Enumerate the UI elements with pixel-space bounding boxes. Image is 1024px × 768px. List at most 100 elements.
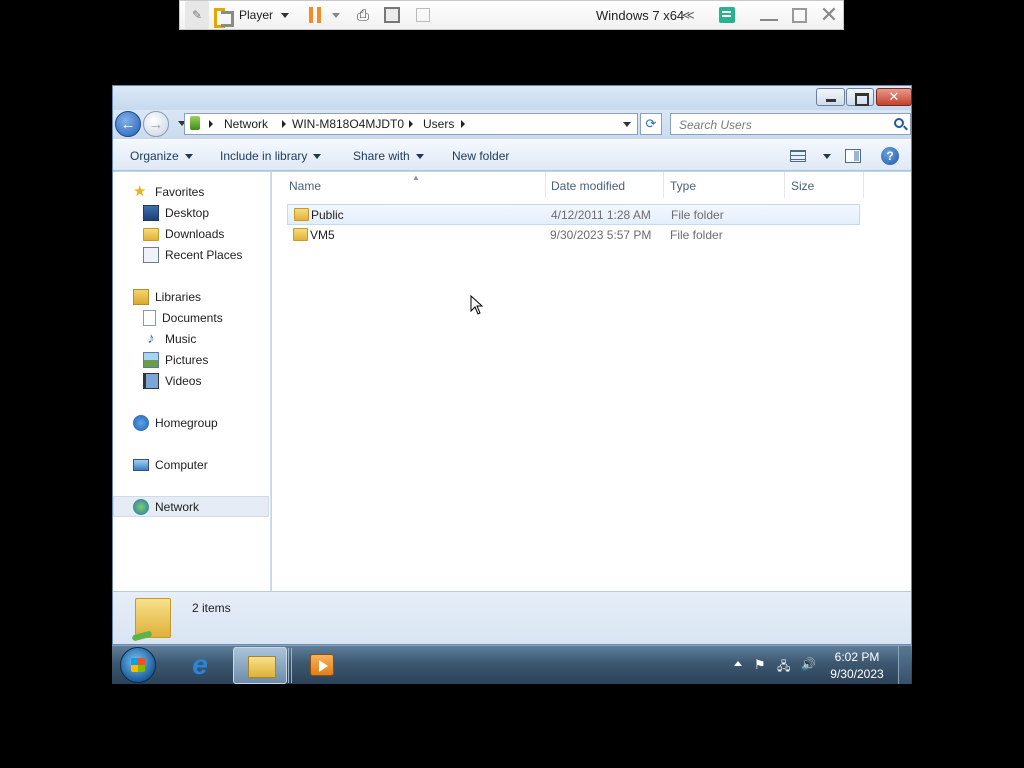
breadcrumb-computer[interactable]: WIN-M818O4MJDT0	[292, 117, 404, 131]
nav-videos[interactable]: Videos	[143, 370, 201, 391]
column-header-type[interactable]: Type	[670, 179, 696, 193]
table-row[interactable]: VM5 9/30/2023 5:57 PM File folder	[287, 225, 860, 246]
include-in-library-label: Include in library	[220, 149, 308, 163]
chevron-down-icon	[332, 12, 340, 18]
sort-ascending-icon: ▲	[412, 173, 420, 182]
downloads-folder-icon	[143, 228, 159, 241]
volume-icon[interactable]: 🔊	[801, 657, 816, 671]
notes-button[interactable]	[719, 1, 735, 29]
pause-options-button[interactable]	[332, 1, 340, 29]
nav-label: Music	[165, 331, 197, 346]
breadcrumb-arrow-icon[interactable]	[461, 120, 465, 128]
nav-documents[interactable]: Documents	[143, 307, 223, 328]
breadcrumb-arrow-icon[interactable]	[209, 120, 213, 128]
command-bar: Organize Include in library Share with N…	[113, 139, 911, 171]
file-type: File folder	[671, 208, 724, 222]
nav-label: Favorites	[155, 184, 205, 199]
collapse-toolbar-button[interactable]: ≪	[682, 1, 695, 29]
star-icon: ★	[133, 182, 147, 200]
organize-button[interactable]: Organize	[130, 149, 193, 163]
send-ctrl-alt-del-button[interactable]: ⎙	[353, 1, 373, 29]
clock-time[interactable]: 6:02 PM	[824, 650, 890, 664]
nav-libraries[interactable]: Libraries	[133, 286, 201, 307]
preview-pane-icon[interactable]	[845, 149, 861, 163]
full-screen-icon	[384, 7, 400, 23]
search-icon[interactable]	[894, 118, 904, 128]
show-hidden-icons-button[interactable]	[734, 661, 742, 666]
nav-music[interactable]: ♪ Music	[143, 328, 196, 349]
nav-downloads[interactable]: Downloads	[143, 223, 224, 244]
include-in-library-button[interactable]: Include in library	[220, 149, 322, 163]
full-screen-button[interactable]	[380, 1, 404, 29]
share-with-button[interactable]: Share with	[353, 149, 424, 163]
share-with-label: Share with	[353, 149, 410, 163]
file-name: Public	[311, 208, 344, 222]
address-row: ← → Network WIN-M818O4MJDT0 Users ⟳ Sear…	[113, 110, 911, 138]
view-options-button[interactable]	[823, 154, 831, 159]
address-history-dropdown[interactable]	[623, 122, 631, 127]
internet-explorer-icon[interactable]: e	[184, 649, 216, 681]
search-placeholder: Search Users	[679, 118, 752, 132]
folder-icon	[293, 228, 308, 241]
minimize-icon	[760, 19, 778, 21]
nav-pictures[interactable]: Pictures	[143, 349, 208, 370]
taskbar: e ⚑ 🖧 🔊 6:02 PM 9/30/2023	[112, 645, 912, 684]
file-name: VM5	[310, 228, 335, 242]
forward-button[interactable]: →	[143, 111, 169, 137]
minimize-button[interactable]	[816, 88, 845, 106]
nav-desktop[interactable]: Desktop	[143, 202, 209, 223]
item-count: 2 items	[192, 601, 231, 615]
column-divider[interactable]	[545, 172, 546, 198]
title-bar[interactable]	[113, 86, 912, 110]
close-icon: ✕	[819, 2, 839, 27]
pause-button[interactable]	[309, 1, 321, 29]
breadcrumb-users[interactable]: Users	[423, 117, 454, 131]
player-menu-button[interactable]: Player	[214, 1, 290, 29]
column-header-size[interactable]: Size	[791, 179, 814, 193]
address-bar[interactable]: Network WIN-M818O4MJDT0 Users	[184, 113, 638, 135]
nav-network[interactable]: Network	[113, 496, 269, 517]
search-input[interactable]: Search Users	[670, 113, 911, 135]
new-folder-button[interactable]: New folder	[452, 149, 509, 163]
refresh-icon: ⟳	[645, 116, 657, 131]
column-divider[interactable]	[663, 172, 664, 198]
media-player-icon[interactable]	[310, 654, 334, 676]
send-keys-icon: ⎙	[356, 6, 369, 24]
start-button[interactable]	[120, 647, 156, 683]
nav-recent-places[interactable]: Recent Places	[143, 244, 242, 265]
nav-label: Videos	[165, 373, 202, 388]
nav-favorites[interactable]: ★ Favorites	[133, 181, 204, 202]
vm-close-button[interactable]: ✕	[818, 1, 840, 29]
nav-label: Homegroup	[155, 415, 218, 430]
nav-label: Computer	[155, 457, 208, 472]
vm-minimize-button[interactable]	[758, 1, 780, 29]
chevron-down-icon	[281, 12, 290, 18]
maximize-button[interactable]	[846, 88, 874, 106]
show-desktop-button[interactable]	[898, 646, 911, 684]
column-divider[interactable]	[863, 172, 864, 198]
breadcrumb-arrow-icon[interactable]	[282, 120, 286, 128]
change-view-icon[interactable]	[790, 150, 806, 162]
network-tray-icon[interactable]: 🖧	[777, 657, 790, 678]
pictures-icon	[143, 351, 159, 368]
back-button[interactable]: ←	[115, 111, 141, 137]
breadcrumb-network[interactable]: Network	[224, 117, 268, 131]
action-center-flag-icon[interactable]: ⚑	[754, 657, 766, 673]
clock-date[interactable]: 9/30/2023	[824, 667, 890, 681]
close-button[interactable]	[876, 88, 912, 106]
column-header-name[interactable]: Name	[289, 179, 321, 193]
refresh-button[interactable]: ⟳	[640, 113, 662, 135]
breadcrumb-arrow-icon[interactable]	[409, 120, 413, 128]
nav-label: Network	[155, 499, 200, 514]
windows-explorer-taskbar-button[interactable]	[233, 647, 287, 684]
table-row[interactable]: Public 4/12/2011 1:28 AM File folder	[287, 204, 860, 225]
nav-computer[interactable]: Computer	[133, 454, 208, 475]
column-divider[interactable]	[784, 172, 785, 198]
nav-homegroup[interactable]: Homegroup	[133, 412, 218, 433]
help-icon[interactable]: ?	[881, 147, 899, 165]
vm-title: Windows 7 x64	[596, 7, 685, 23]
pin-icon[interactable]: ✎	[185, 1, 209, 29]
unity-button[interactable]	[412, 1, 434, 29]
column-header-date-modified[interactable]: Date modified	[551, 179, 625, 193]
vm-maximize-button[interactable]	[790, 1, 808, 29]
